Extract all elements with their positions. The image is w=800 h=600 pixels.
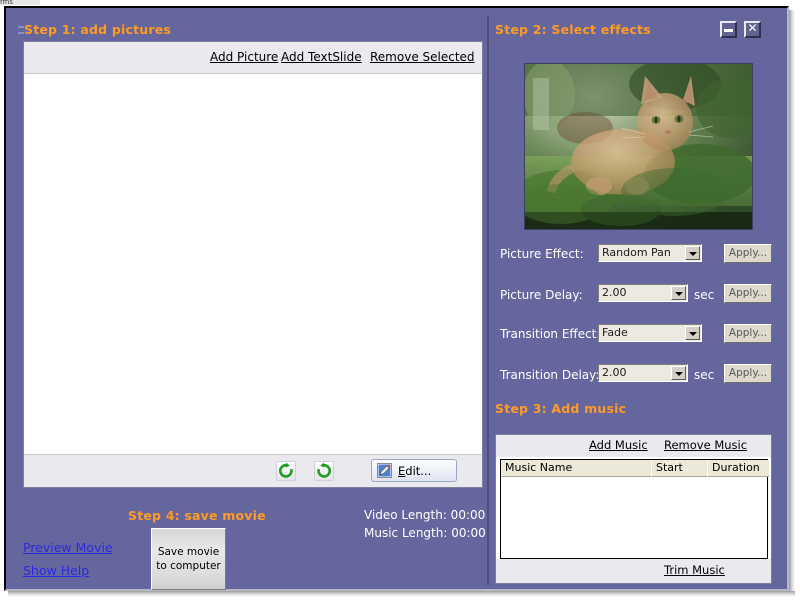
picture-effect-select[interactable]: Random Pan [598,244,702,262]
chevron-down-icon[interactable] [671,286,686,300]
minimize-button[interactable] [720,21,737,38]
music-toolbar: Add Music Remove Music [496,435,771,457]
preview-movie-link[interactable]: Preview Movie [23,540,113,555]
step3-heading: Step 3: Add music [495,401,627,416]
column-header-music-name[interactable]: Music Name [501,460,652,477]
transition-delay-label: Transition Delay: [500,368,600,382]
add-music-link[interactable]: Add Music [589,438,648,452]
transition-delay-apply-button[interactable]: Apply... [724,364,772,383]
chevron-down-icon[interactable] [671,366,686,380]
music-length-label: Music Length: 00:00 [364,526,486,540]
main-window-body: Step 1: add pictures Add Picture Add Tex… [4,6,789,591]
picture-effect-apply-button[interactable]: Apply... [724,244,772,263]
chevron-down-icon[interactable] [685,246,700,260]
window-shadow-right [789,10,795,595]
edit-button-label: Edit... [398,464,431,478]
rotate-clockwise-button[interactable] [276,461,296,481]
picture-list-body[interactable] [24,74,482,454]
rotate-counterclockwise-button[interactable] [314,461,334,481]
chevron-down-icon[interactable] [685,326,700,340]
transition-delay-select[interactable]: 2.00 [598,364,688,382]
column-header-start[interactable]: Start [652,460,708,477]
transition-effect-apply-button[interactable]: Apply... [724,324,772,343]
window-shadow-bottom [8,591,795,597]
save-movie-button[interactable]: Save movie to computer [151,528,226,590]
picture-delay-select[interactable]: 2.00 [598,284,688,302]
edit-picture-button[interactable]: Edit... [371,459,457,482]
window-title-sliver: fms [0,0,40,5]
music-table: Music Name Start Duration [500,459,769,559]
rotate-counterclockwise-icon [315,462,333,480]
music-panel: Add Music Remove Music Music Name Start … [495,434,772,584]
picture-effect-value: Random Pan [602,246,671,259]
picture-effect-label: Picture Effect: [500,247,584,261]
step2-heading: Step 2: Select effects [495,22,651,37]
picture-delay-label: Picture Delay: [500,288,583,302]
remove-music-link[interactable]: Remove Music [664,438,747,452]
picture-list-panel: Add Picture Add TextSlide Remove Selecte… [23,41,483,488]
picture-delay-unit: sec [694,288,715,302]
preview-image [525,64,752,229]
remove-selected-link[interactable]: Remove Selected [370,50,475,64]
transition-effect-select[interactable]: Fade [598,324,702,342]
step1-heading: Step 1: add pictures [24,22,172,37]
application-window: fms Step 1: add pictures Add Picture Add… [0,0,800,600]
column-header-duration[interactable]: Duration [708,460,769,477]
add-picture-link[interactable]: Add Picture [210,50,278,64]
picture-delay-apply-button[interactable]: Apply... [724,284,772,303]
picture-delay-value: 2.00 [602,286,627,299]
panel-divider [487,16,489,585]
transition-effect-label: Transition Effect: [500,327,601,341]
picture-list-toolbar: Add Picture Add TextSlide Remove Selecte… [24,42,482,74]
music-table-body[interactable] [501,477,767,558]
pencil-edit-icon [377,463,392,478]
add-textslide-link[interactable]: Add TextSlide [281,50,362,64]
transition-delay-unit: sec [694,368,715,382]
video-length-label: Video Length: 00:00 [364,508,486,522]
transition-effect-value: Fade [602,326,628,339]
transition-delay-value: 2.00 [602,366,627,379]
rotate-clockwise-icon [277,462,295,480]
minimize-icon [724,29,733,32]
close-button[interactable]: ✕ [744,21,761,38]
close-icon: ✕ [747,21,758,35]
picture-preview[interactable] [524,63,753,230]
picture-list-footer: Edit... [24,454,482,487]
trim-music-link[interactable]: Trim Music [664,563,725,577]
music-table-header: Music Name Start Duration [501,460,769,477]
music-footer: Trim Music [496,559,771,583]
edit-label-rest: dit... [405,464,432,478]
step4-heading: Step 4: save movie [128,508,266,523]
show-help-link[interactable]: Show Help [23,563,89,578]
